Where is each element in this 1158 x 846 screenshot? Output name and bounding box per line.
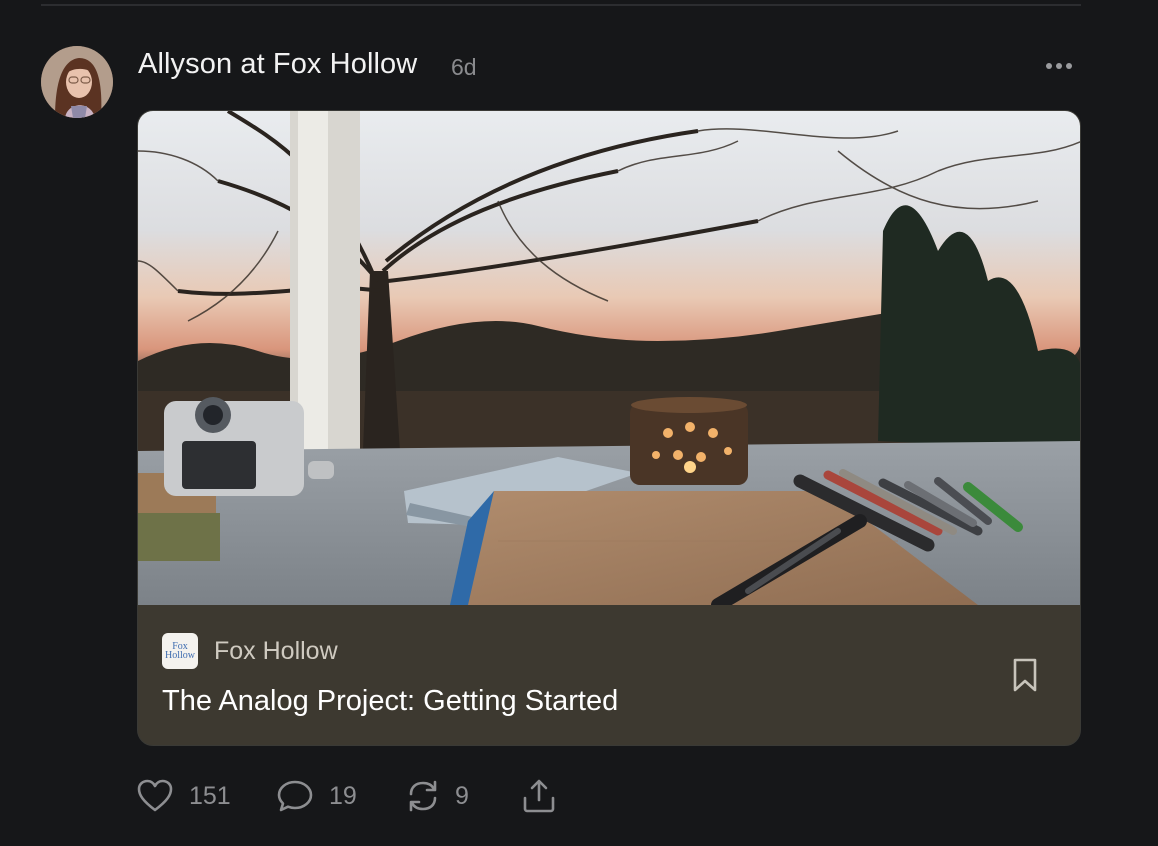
comment-count: 19 [329,781,357,810]
restack-button[interactable]: 9 [405,776,469,816]
comment-button[interactable]: 19 [277,776,357,816]
post-card-footer: Fox Hollow Fox Hollow The Analog Project… [138,605,1080,745]
heart-icon [137,779,173,812]
author-avatar[interactable] [41,46,113,118]
share-icon [523,779,555,813]
like-button[interactable]: 151 [137,776,231,816]
post-link-card[interactable]: Fox Hollow Fox Hollow The Analog Project… [137,110,1081,746]
post-cover-image [138,111,1080,605]
author-name[interactable]: Allyson at Fox Hollow [138,48,417,81]
share-button[interactable] [521,776,557,816]
bookmark-icon[interactable] [1010,657,1040,693]
more-icon[interactable] [1046,56,1076,76]
post-time[interactable]: 6d [451,54,477,81]
restack-icon [409,780,437,812]
publication-logo: Fox Hollow [162,633,198,669]
restack-count: 9 [455,781,469,810]
top-divider [41,4,1081,6]
post-title[interactable]: The Analog Project: Getting Started [162,685,618,718]
like-count: 151 [189,781,231,810]
comment-icon [277,780,313,812]
publication-name[interactable]: Fox Hollow [214,637,338,666]
post-actions: 151 19 9 [137,776,577,816]
